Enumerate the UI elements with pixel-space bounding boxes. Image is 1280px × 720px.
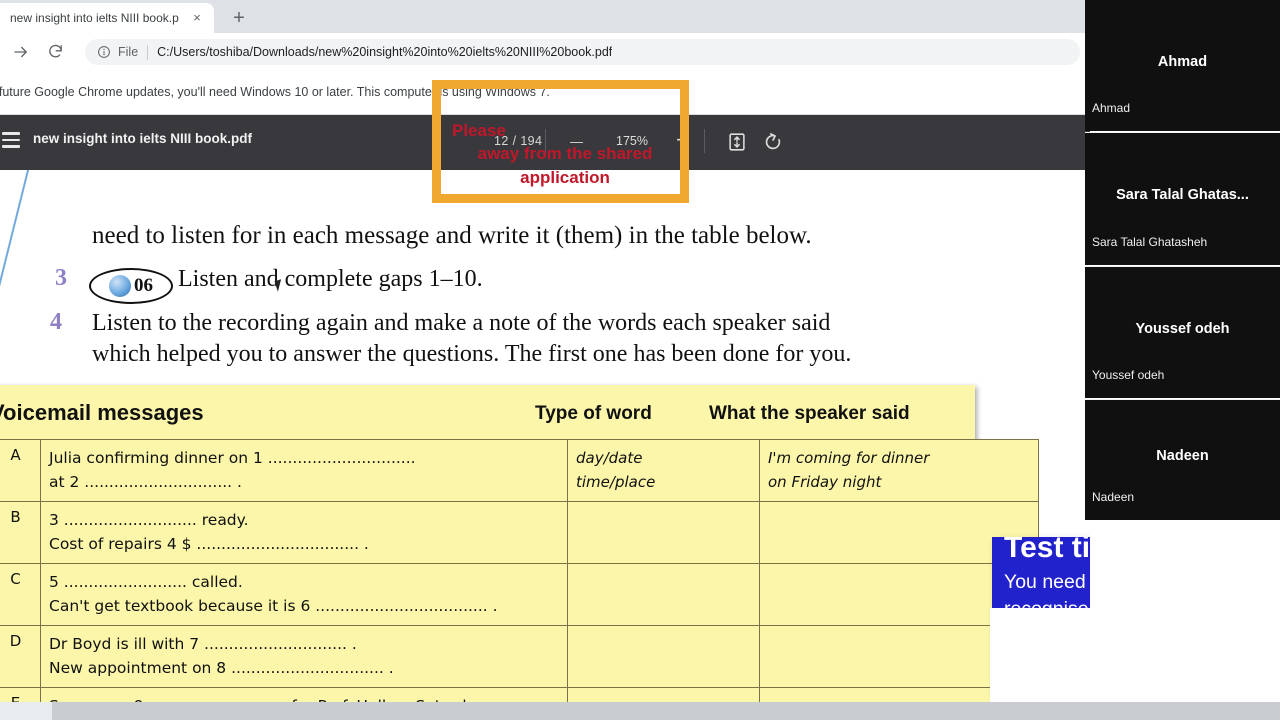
- participant-tile[interactable]: Sara Talal Ghatas... Sara Talal Ghatasheh: [1085, 133, 1280, 265]
- audio-track-number: 06: [134, 275, 153, 296]
- rotate-icon[interactable]: [762, 131, 784, 158]
- pdf-document-name: new insight into ielts NIII book.pdf: [33, 131, 252, 146]
- participant-display-name: Youssef odeh: [1135, 320, 1230, 337]
- info-circle-icon[interactable]: [97, 45, 111, 59]
- exercise-number-4: 4: [50, 309, 62, 335]
- decorative-line: [0, 170, 42, 381]
- worksheet-column-1-header: Voicemail messages: [0, 400, 204, 425]
- voicemail-message-cell: 3 ........................... ready. Cost…: [40, 501, 568, 564]
- infobar-message: get future Google Chrome updates, you'll…: [0, 85, 550, 99]
- row-letter: D: [0, 625, 41, 688]
- type-of-word-cell: [567, 501, 760, 564]
- row-letter: B: [0, 501, 41, 564]
- test-tip-heading: Test tip: [1004, 537, 1090, 564]
- tab-strip: new insight into ielts NIII book.p × +: [0, 0, 1090, 33]
- participant-tile[interactable]: Nadeen Nadeen: [1085, 400, 1280, 520]
- worksheet-column-3-header: What the speaker said: [709, 403, 910, 424]
- browser-window: new insight into ielts NIII book.p × + F…: [0, 0, 1090, 720]
- table-row: C 5 ......................... called. Can'…: [0, 563, 1039, 626]
- scheme-label: File: [118, 45, 139, 59]
- speaker-said-cell: I'm coming for dinner on Friday night: [759, 439, 1039, 502]
- url-text: C:/Users/toshiba/Downloads/new%20insight…: [157, 45, 613, 59]
- worksheet-header: Voicemail messages Type of word What the…: [0, 385, 975, 440]
- divider: [147, 44, 149, 60]
- exercise-4-line1: Listen to the recording again and make a…: [92, 310, 831, 336]
- exercise-number-3: 3: [55, 265, 67, 291]
- voicemail-message-cell: 5 ......................... called. Can't…: [40, 563, 568, 626]
- audio-track-icon[interactable]: 06: [89, 268, 173, 304]
- worksheet: Voicemail messages Type of word What the…: [0, 385, 1039, 720]
- participant-name-label: Nadeen: [1092, 490, 1135, 504]
- voicemail-message-cell: Julia confirming dinner on 1 ...........…: [40, 439, 568, 502]
- voicemail-message-cell-line: at 2 .............................. .: [49, 473, 242, 492]
- voicemail-message-cell-line: 3 ........................... ready.: [49, 511, 249, 529]
- table-row: D Dr Boyd is ill with 7 .................…: [0, 625, 1039, 688]
- voicemail-message-cell-line: 5 ......................... called.: [49, 573, 243, 591]
- pdf-page-content: need to listen for in each message and w…: [0, 170, 1090, 720]
- reload-icon[interactable]: [42, 39, 68, 65]
- close-icon[interactable]: ×: [190, 11, 204, 25]
- participant-tile[interactable]: Ahmad Ahmad: [1085, 0, 1280, 131]
- voicemail-message-cell-line: Can't get textbook because it is 6 .....…: [49, 597, 498, 616]
- participant-display-name: Sara Talal Ghatas...: [1116, 187, 1249, 203]
- table-row: B 3 ........................... ready. Cos…: [0, 501, 1039, 564]
- address-bar[interactable]: File C:/Users/toshiba/Downloads/new%20in…: [85, 39, 1080, 65]
- voicemail-message-cell: Dr Boyd is ill with 7 ..................…: [40, 625, 568, 688]
- divider: [704, 129, 705, 153]
- update-infobar: get future Google Chrome updates, you'll…: [0, 70, 1090, 115]
- type-of-word-cell: day/date time/place: [567, 439, 760, 502]
- participant-display-name: Nadeen: [1156, 448, 1209, 464]
- background-filler: [990, 608, 1280, 702]
- participant-display-name: Ahmad: [1157, 53, 1208, 70]
- voicemail-message-cell-line: New appointment on 8 ...................…: [49, 659, 394, 678]
- browser-tab[interactable]: new insight into ielts NIII book.p ×: [0, 3, 214, 33]
- bottom-strip-left: [0, 702, 52, 720]
- zoom-out-button[interactable]: —: [570, 134, 583, 149]
- audio-ball-icon: [109, 275, 131, 297]
- exercise-3-text: Listen and complete gaps 1–10.: [178, 266, 483, 292]
- type-of-word-cell-line: time/place: [576, 473, 656, 491]
- fit-to-page-icon[interactable]: [726, 131, 748, 158]
- type-of-word-cell: [567, 563, 760, 626]
- bottom-strip: [0, 702, 1280, 720]
- intro-line: need to listen for in each message and w…: [92, 222, 812, 249]
- type-of-word-cell: [567, 625, 760, 688]
- participants-panel: Ahmad Ahmad Sara Talal Ghatas... Sara Talal…: [1085, 0, 1280, 520]
- row-letter: A: [0, 439, 41, 502]
- divider: [545, 129, 546, 153]
- worksheet-table: A Julia confirming dinner on 1 ..........…: [0, 439, 1039, 720]
- forward-arrow-icon[interactable]: [8, 39, 34, 65]
- participant-name-label: Youssef odeh: [1092, 368, 1165, 382]
- omnibox-bar: File C:/Users/toshiba/Downloads/new%20in…: [0, 33, 1090, 70]
- participant-name-label: Sara Talal Ghatasheh: [1092, 235, 1208, 249]
- voicemail-message-cell-line: Julia confirming dinner on 1 ...........…: [49, 449, 416, 467]
- hamburger-menu-icon[interactable]: [2, 132, 20, 148]
- type-of-word-cell-line: day/date: [576, 449, 643, 467]
- worksheet-column-2-header: Type of word: [535, 403, 652, 424]
- pdf-toolbar: new insight into ielts NIII book.pdf 12 …: [0, 115, 1090, 170]
- voicemail-message-cell-line: Cost of repairs 4 $ ....................…: [49, 535, 369, 554]
- exercise-4-line2: which helped you to answer the questions…: [92, 341, 852, 367]
- pdf-viewer: new insight into ielts NIII book.pdf 12 …: [0, 115, 1090, 720]
- table-row: A Julia confirming dinner on 1 ..........…: [0, 439, 1039, 502]
- participant-tile[interactable]: Youssef odeh Youssef odeh: [1085, 267, 1280, 398]
- participant-name-label: Ahmad: [1092, 101, 1131, 115]
- zoom-level-label[interactable]: 175%: [616, 134, 648, 148]
- row-letter: C: [0, 563, 41, 626]
- tab-title: new insight into ielts NIII book.p: [10, 11, 179, 25]
- page-indicator[interactable]: 12 / 194: [494, 134, 542, 148]
- new-tab-button[interactable]: +: [228, 8, 250, 30]
- speaker-said-cell-line: on Friday night: [768, 473, 882, 491]
- speaker-said-cell-line: I'm coming for dinner: [768, 449, 930, 467]
- voicemail-message-cell-line: Dr Boyd is ill with 7 ..................…: [49, 635, 357, 653]
- zoom-in-button[interactable]: +: [676, 127, 689, 153]
